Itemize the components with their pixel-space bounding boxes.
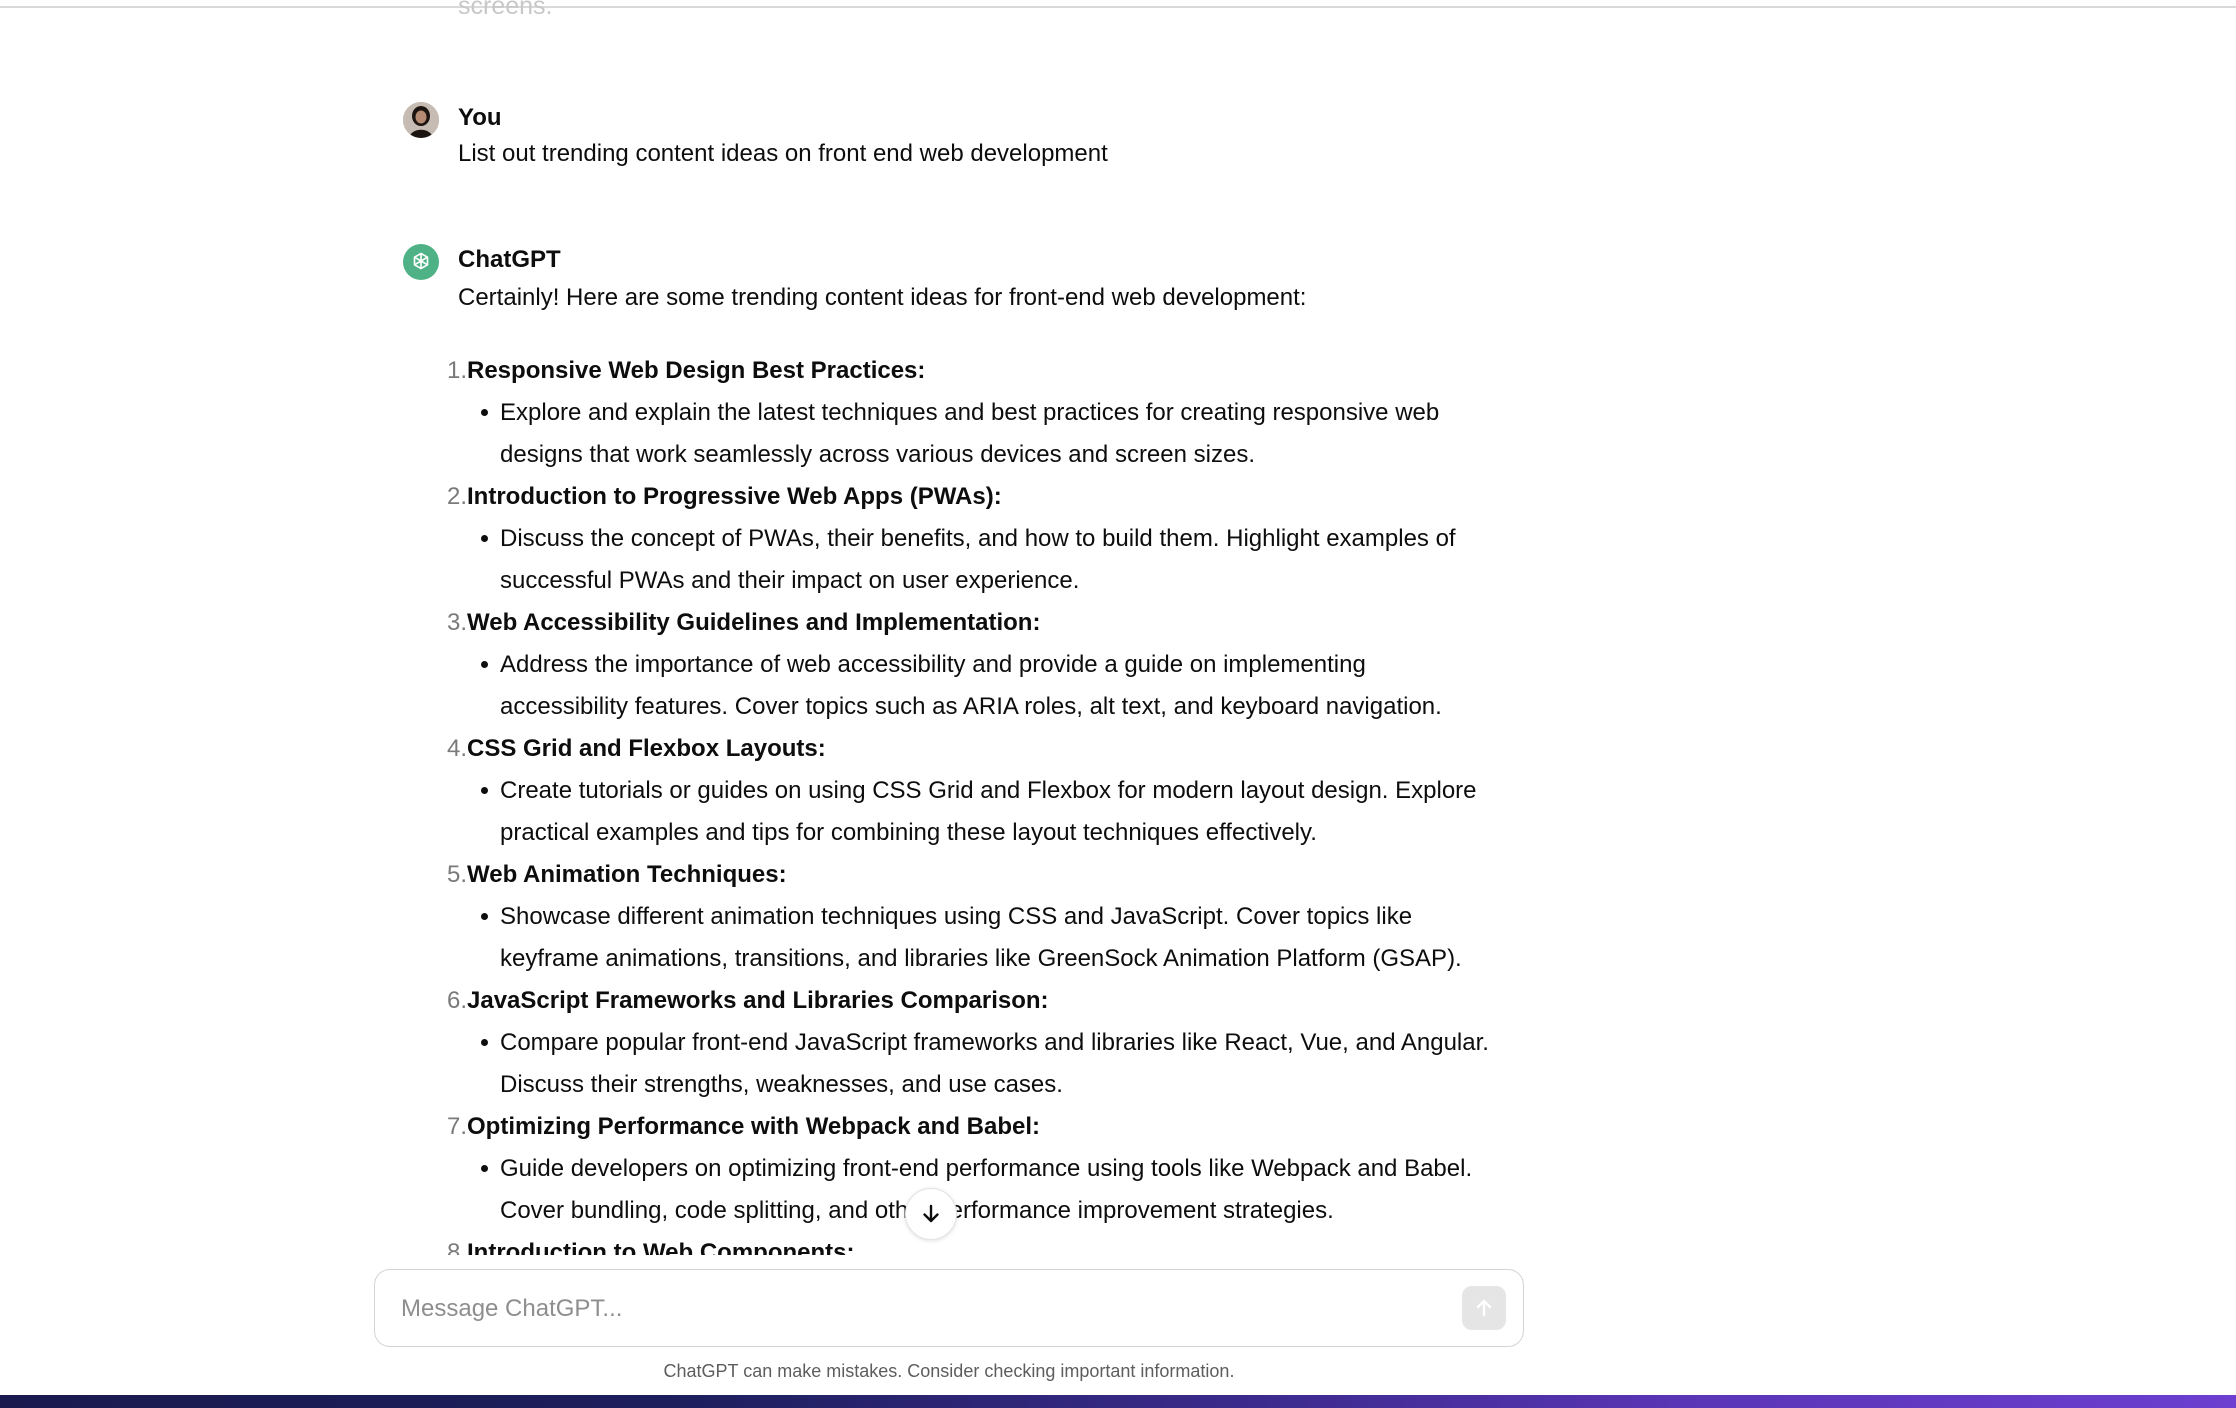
list-item-title: Introduction to Progressive Web Apps (PW…: [467, 483, 1002, 510]
list-item-title: Responsive Web Design Best Practices:: [467, 357, 926, 384]
list-item-number: 4.: [446, 735, 467, 762]
disclaimer-text: ChatGPT can make mistakes. Consider chec…: [663, 1361, 1235, 1381]
list-item-description: Discuss the concept of PWAs, their benef…: [481, 518, 1510, 602]
list-item-number: 3.: [446, 609, 467, 636]
list-item-description: Compare popular front-end JavaScript fra…: [481, 1022, 1510, 1106]
list-item: 2. Introduction to Progressive Web Apps (…: [435, 476, 1535, 602]
list-item: 6. JavaScript Frameworks and Libraries Co…: [435, 980, 1535, 1106]
send-button[interactable]: [1462, 1286, 1506, 1330]
list-item: 5. Web Animation Techniques: Showcase diff…: [435, 854, 1535, 980]
description-line: Discuss their strengths, weaknesses, and…: [500, 1071, 1063, 1098]
description-line: Address the importance of web accessibil…: [500, 651, 1366, 678]
list-item-title: Web Animation Techniques:: [467, 861, 787, 888]
list-item: 3. Web Accessibility Guidelines and Imple…: [435, 602, 1535, 728]
list-item-description: Address the importance of web accessibil…: [481, 644, 1510, 728]
assistant-intro-text: Certainly! Here are some trending conten…: [458, 284, 1307, 311]
list-item-description: Showcase different animation techniques …: [481, 896, 1510, 980]
list-item-description: Explore and explain the latest technique…: [481, 392, 1510, 476]
assistant-author-name: ChatGPT: [458, 246, 561, 273]
list-item-number: 7.: [446, 1113, 467, 1140]
bullet-icon: [481, 409, 488, 416]
description-line: Compare popular front-end JavaScript fra…: [500, 1029, 1489, 1056]
arrow-down-icon: [923, 1204, 939, 1223]
description-line: successful PWAs and their impact on user…: [500, 567, 1080, 594]
list-item-number: 1.: [446, 357, 467, 384]
content-ideas-list: 1. Responsive Web Design Best Practices: E…: [435, 350, 1535, 1274]
list-item-number: 5.: [446, 861, 467, 888]
bullet-icon: [481, 913, 488, 920]
list-item-number: 6.: [446, 987, 467, 1014]
list-item-title: JavaScript Frameworks and Libraries Comp…: [467, 987, 1049, 1014]
list-item-description: Guide developers on optimizing front-end…: [481, 1148, 1510, 1232]
bullet-icon: [481, 535, 488, 542]
bullet-icon: [481, 1165, 488, 1172]
list-item-title: Web Accessibility Guidelines and Impleme…: [467, 609, 1041, 636]
faded-previous-text: screens.: [458, 0, 553, 20]
description-line: designs that work seamlessly across vari…: [500, 441, 1255, 468]
list-item: 4. CSS Grid and Flexbox Layouts: Create tu…: [435, 728, 1535, 854]
description-line: Cover bundling, code splitting, and othe…: [500, 1197, 1334, 1224]
list-item-number: 2.: [446, 483, 467, 510]
description-line: keyframe animations, transitions, and li…: [500, 945, 1462, 972]
bullet-icon: [481, 661, 488, 668]
arrow-up-icon: [1476, 1299, 1492, 1317]
bottom-gradient-bar: [0, 1395, 2236, 1408]
list-item-description: Create tutorials or guides on using CSS …: [481, 770, 1510, 854]
description-line: accessibility features. Cover topics suc…: [500, 693, 1442, 720]
list-item: 1. Responsive Web Design Best Practices: E…: [435, 350, 1535, 476]
scroll-to-bottom-button[interactable]: [905, 1188, 957, 1240]
list-item-title: Optimizing Performance with Webpack and …: [467, 1113, 1040, 1140]
description-line: Create tutorials or guides on using CSS …: [500, 777, 1477, 804]
description-line: Discuss the concept of PWAs, their benef…: [500, 525, 1456, 552]
user-avatar: [403, 102, 439, 138]
description-line: Guide developers on optimizing front-end…: [500, 1155, 1473, 1182]
top-border: [0, 0, 2236, 8]
user-author-name: You: [458, 104, 502, 131]
user-message-text: List out trending content ideas on front…: [458, 140, 1108, 167]
bullet-icon: [481, 1039, 488, 1046]
list-item-title: CSS Grid and Flexbox Layouts:: [467, 735, 826, 762]
message-composer: [374, 1269, 1524, 1347]
description-line: Explore and explain the latest technique…: [500, 399, 1440, 426]
list-item: 7. Optimizing Performance with Webpack an…: [435, 1106, 1535, 1232]
message-input[interactable]: [399, 1288, 1403, 1330]
bullet-icon: [481, 787, 488, 794]
description-line: Showcase different animation techniques …: [500, 903, 1413, 930]
openai-logo-icon: [403, 244, 439, 280]
description-line: practical examples and tips for combinin…: [500, 819, 1317, 846]
